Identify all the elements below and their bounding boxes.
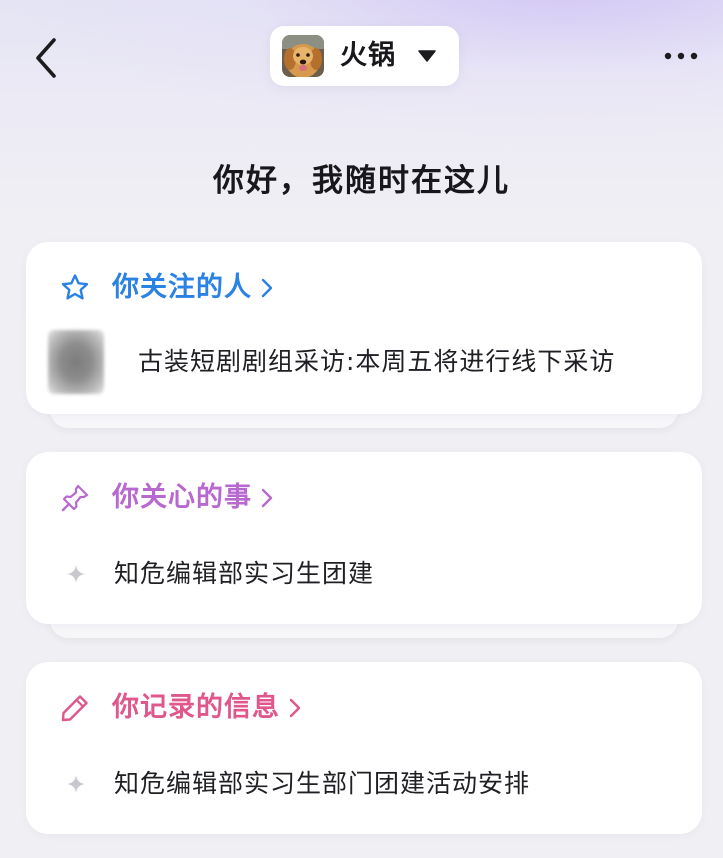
item-text: 知危编辑部实习生团建 [114,559,375,588]
chevron-right-icon [260,486,274,510]
followed-people-header[interactable]: 你关注的人 [58,268,274,308]
list-item[interactable]: 知危编辑部实习生团建 [48,542,682,606]
more-horizontal-icon [664,52,698,60]
recorded-info-header[interactable]: 你记录的信息 [58,688,302,728]
chevron-right-icon [260,276,274,300]
cared-things-card-wrap: 你关心的事 知危编辑部实习生团建 [26,452,702,638]
card-title: 你关注的人 [112,272,252,303]
recorded-info-card: 你记录的信息 知危编辑部实习生部门团建活动安排 [26,662,702,834]
avatar [282,35,324,77]
cared-things-card: 你关心的事 知危编辑部实习生团建 [26,452,702,624]
item-text: 知危编辑部实习生部门团建活动安排 [114,769,531,798]
greeting-title: 你好，我随时在这儿 [213,163,510,199]
pencil-icon [58,691,92,725]
card-title: 你记录的信息 [112,692,280,723]
more-button[interactable] [660,42,702,70]
back-button[interactable] [26,36,66,80]
recorded-info-card-wrap: 你记录的信息 知危编辑部实习生部门团建活动安排 [26,662,702,834]
cared-things-header[interactable]: 你关心的事 [58,478,274,518]
sparkle-icon [48,764,104,804]
list-item[interactable]: 知危编辑部实习生部门团建活动安排 [48,752,682,816]
list-item[interactable]: 古装短剧剧组采访:本周五将进行线下采访 [48,330,682,394]
followed-people-card-wrap: 你关注的人 古装短剧剧组采访:本周五将进行线下采访 [26,242,702,428]
blurred-thumbnail [48,330,104,394]
model-selector[interactable]: 火锅 [270,26,459,86]
chevron-right-icon [288,696,302,720]
item-text: 古装短剧剧组采访:本周五将进行线下采访 [138,347,616,376]
model-name: 火锅 [340,40,396,71]
pin-icon [58,481,92,515]
card-title: 你关心的事 [112,482,252,513]
chevron-left-icon [36,38,56,78]
followed-people-card: 你关注的人 古装短剧剧组采访:本周五将进行线下采访 [26,242,702,414]
caret-down-icon [418,50,436,62]
sparkle-icon [48,554,104,594]
star-icon [58,271,92,305]
